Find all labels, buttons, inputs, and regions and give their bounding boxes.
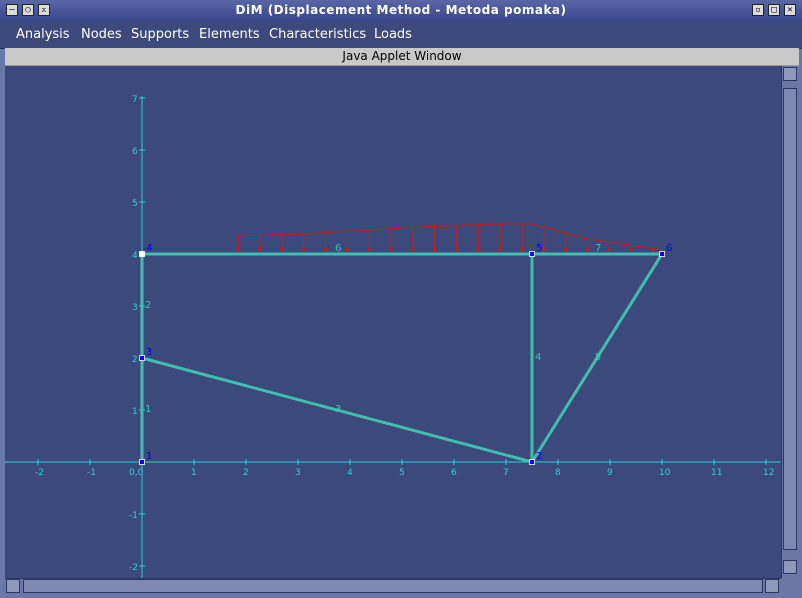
horizontal-scroll-thumb[interactable] xyxy=(23,579,763,593)
scroll-up-icon[interactable] xyxy=(783,67,797,81)
menu-characteristics[interactable]: Characteristics xyxy=(269,27,366,42)
load-arrow-head xyxy=(345,248,350,253)
structure-canvas[interactable]: -2 -1 0,0 1 2 3 4 5 6 7 8 9 10 11 12 7 6 5 4 3 2 1 -1 -2 123456… xyxy=(5,66,781,578)
node-1[interactable] xyxy=(139,459,145,465)
menu-bar: Analysis Nodes Supports Elements Charact… xyxy=(0,22,802,49)
window-title: DiM (Displacement Method - Metoda pomaka… xyxy=(235,3,567,17)
node-label: 5 xyxy=(536,243,542,254)
x-tick-label: 1 xyxy=(191,468,197,478)
menu-elements[interactable]: Elements xyxy=(199,27,260,42)
y-tick-label: 7 xyxy=(132,95,138,105)
node-3[interactable] xyxy=(139,355,145,361)
title-bar: – ○ ⌅ DiM (Displacement Method - Metoda … xyxy=(0,0,802,22)
load-arrow-head xyxy=(258,248,263,253)
scroll-down-icon[interactable] xyxy=(783,560,797,574)
node-6[interactable] xyxy=(659,251,665,257)
element-label: 1 xyxy=(145,404,151,415)
menu-nodes[interactable]: Nodes xyxy=(81,27,122,42)
node-label: 2 xyxy=(536,451,542,462)
node-4[interactable] xyxy=(139,251,145,257)
menu-loads[interactable]: Loads xyxy=(374,27,412,42)
node-label: 4 xyxy=(146,243,152,254)
y-tick-label: -2 xyxy=(129,563,138,573)
y-tick-label: 1 xyxy=(132,407,138,417)
load-arrow-head xyxy=(279,248,284,253)
scroll-left-icon[interactable] xyxy=(6,579,20,593)
x-tick-label: 7 xyxy=(503,468,509,478)
element-label: 4 xyxy=(535,352,541,363)
x-tick-label: 12 xyxy=(763,468,774,478)
load-arrow-head xyxy=(651,248,656,253)
x-tick-label: -1 xyxy=(87,468,96,478)
y-tick-label: -1 xyxy=(129,511,138,521)
x-tick-label: 4 xyxy=(347,468,353,478)
node-5[interactable] xyxy=(529,251,535,257)
maximize-icon[interactable]: □ xyxy=(768,4,780,16)
node-label: 6 xyxy=(666,243,672,254)
node-label: 3 xyxy=(146,347,152,358)
vertical-scroll-thumb[interactable] xyxy=(783,88,797,550)
x-tick-label: 0,0 xyxy=(129,468,144,478)
load-arrow-head xyxy=(541,248,546,253)
vertical-scrollbar[interactable] xyxy=(781,66,800,578)
node-2[interactable] xyxy=(529,459,535,465)
element-label: 3 xyxy=(335,404,341,415)
load-arrow-head xyxy=(236,248,241,253)
element-label: 7 xyxy=(595,243,601,254)
element-label: 2 xyxy=(145,300,151,311)
y-tick-label: 6 xyxy=(132,147,138,157)
x-tick-label: 11 xyxy=(711,468,722,478)
load-arrow-head xyxy=(520,248,525,253)
menu-supports[interactable]: Supports xyxy=(131,27,189,42)
load-arrow-head xyxy=(389,248,394,253)
load-arrow-head xyxy=(498,248,503,253)
y-tick-label: 4 xyxy=(132,251,138,261)
scrollbar-corner xyxy=(781,578,799,593)
x-tick-label: 9 xyxy=(607,468,613,478)
load-arrow-head xyxy=(410,248,415,253)
menu-analysis[interactable]: Analysis xyxy=(16,27,70,42)
element-label: 6 xyxy=(335,243,341,254)
x-tick-label: 2 xyxy=(243,468,249,478)
load-arrow-head xyxy=(367,248,372,253)
x-tick-label: -2 xyxy=(35,468,44,478)
node-label: 1 xyxy=(146,451,152,462)
load-arrow-head xyxy=(629,248,634,253)
minimize-icon[interactable]: ▫ xyxy=(752,4,764,16)
load-arrow-head xyxy=(585,248,590,253)
load-arrow-head xyxy=(432,248,437,253)
load-arrow-head xyxy=(323,248,328,253)
x-tick-label: 8 xyxy=(555,468,561,478)
load-arrow-head xyxy=(563,248,568,253)
x-tick-label: 10 xyxy=(659,468,671,478)
y-tick-label: 3 xyxy=(132,303,138,313)
structure-diagram: -2 -1 0,0 1 2 3 4 5 6 7 8 9 10 11 127654321-1-2 1234 56… xyxy=(5,95,781,578)
x-tick-label: 5 xyxy=(399,468,405,478)
load-arrow-head xyxy=(301,248,306,253)
element-label: 5 xyxy=(595,352,601,363)
load-arrow-head xyxy=(454,248,459,253)
y-tick-label: 2 xyxy=(132,355,138,365)
load-arrow-head xyxy=(607,248,612,253)
x-tick-label: 3 xyxy=(295,468,301,478)
applet-window-banner: Java Applet Window xyxy=(5,48,799,66)
horizontal-scrollbar[interactable] xyxy=(5,578,781,594)
x-tick-label: 6 xyxy=(451,468,457,478)
load-arrow-head xyxy=(476,248,481,253)
y-tick-label: 5 xyxy=(132,199,138,209)
scroll-right-icon[interactable] xyxy=(765,579,779,593)
close-icon[interactable]: ✕ xyxy=(784,4,796,16)
